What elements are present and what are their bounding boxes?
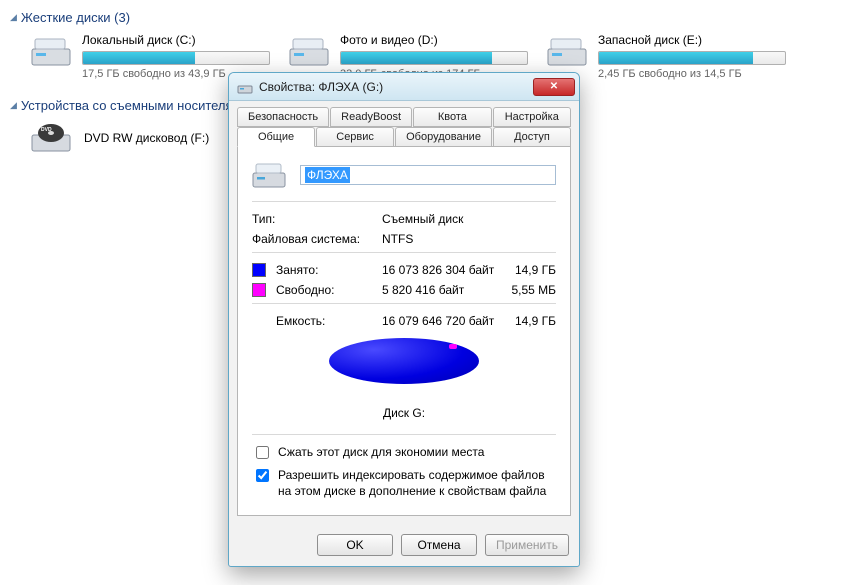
tab-customize[interactable]: Настройка: [493, 107, 571, 127]
tab-sharing[interactable]: Доступ: [493, 127, 571, 146]
hdd-icon: [30, 33, 72, 69]
tab-hardware[interactable]: Оборудование: [395, 127, 492, 146]
close-button[interactable]: ✕: [533, 78, 575, 96]
used-color-swatch: [252, 263, 266, 277]
volume-name-value: ФЛЭХА: [305, 167, 350, 183]
drive-e[interactable]: Запасной диск (E:) 2,45 ГБ свободно из 1…: [546, 33, 786, 80]
properties-dialog: Свойства: ФЛЭХА (G:) ✕ Безопасность Read…: [228, 72, 580, 567]
capacity-bytes: 16 079 646 720 байт: [382, 314, 496, 328]
pie-caption: Диск G:: [383, 406, 425, 420]
tab-readyboost[interactable]: ReadyBoost: [330, 107, 412, 127]
capacity-bar: [82, 51, 270, 65]
drive-small-icon: [237, 79, 253, 95]
usage-pie-chart: [329, 338, 479, 398]
dvd-label: DVD RW дисковод (F:): [84, 131, 209, 145]
svg-text:DVD: DVD: [41, 127, 52, 133]
collapse-icon: ◢: [10, 12, 17, 23]
capacity-bar: [598, 51, 786, 65]
index-label: Разрешить индексировать содержимое файло…: [278, 468, 556, 499]
drive-label: Запасной диск (E:): [598, 33, 786, 47]
capacity-label: Емкость:: [276, 314, 382, 328]
compress-checkbox[interactable]: [256, 446, 269, 459]
capacity-human: 14,9 ГБ: [496, 314, 556, 328]
dvd-icon: DVD: [30, 121, 72, 155]
free-label: Свободно:: [276, 283, 382, 297]
tab-general[interactable]: Общие: [237, 127, 315, 147]
collapse-icon: ◢: [10, 100, 17, 111]
drive-label: Локальный диск (C:): [82, 33, 270, 47]
type-label: Тип:: [252, 212, 382, 226]
hard-drives-header[interactable]: ◢ Жесткие диски (3): [10, 10, 851, 25]
filesystem-label: Файловая система:: [252, 232, 382, 246]
free-bytes: 5 820 416 байт: [382, 283, 496, 297]
used-human: 14,9 ГБ: [496, 263, 556, 277]
apply-button[interactable]: Применить: [485, 534, 569, 556]
tab-quota[interactable]: Квота: [413, 107, 491, 127]
section-title: Устройства со съемными носителями: [21, 98, 249, 113]
free-human: 5,55 МБ: [496, 283, 556, 297]
filesystem-value: NTFS: [382, 232, 556, 246]
titlebar[interactable]: Свойства: ФЛЭХА (G:) ✕: [229, 73, 579, 101]
cancel-button[interactable]: Отмена: [401, 534, 477, 556]
dialog-buttons: OK Отмена Применить: [229, 524, 579, 566]
compress-label: Сжать этот диск для экономии места: [278, 445, 484, 461]
free-color-swatch: [252, 283, 266, 297]
volume-name-input[interactable]: ФЛЭХА: [300, 165, 556, 185]
type-value: Съемный диск: [382, 212, 556, 226]
drive-label: Фото и видео (D:): [340, 33, 528, 47]
drive-freespace: 2,45 ГБ свободно из 14,5 ГБ: [598, 68, 786, 80]
index-checkbox[interactable]: [256, 469, 269, 482]
close-icon: ✕: [550, 81, 558, 92]
ok-button[interactable]: OK: [317, 534, 393, 556]
hdd-icon: [546, 33, 588, 69]
tab-tools[interactable]: Сервис: [316, 127, 394, 146]
hdd-icon: [288, 33, 330, 69]
drive-icon: [252, 161, 286, 189]
tab-security[interactable]: Безопасность: [237, 107, 329, 127]
tab-strip: Безопасность ReadyBoost Квота Настройка …: [237, 107, 571, 516]
dialog-title: Свойства: ФЛЭХА (G:): [259, 80, 383, 94]
section-title: Жесткие диски (3): [21, 10, 130, 25]
used-bytes: 16 073 826 304 байт: [382, 263, 496, 277]
tab-panel-general: ФЛЭХА Тип: Съемный диск Файловая система…: [237, 146, 571, 516]
used-label: Занято:: [276, 263, 382, 277]
capacity-bar: [340, 51, 528, 65]
